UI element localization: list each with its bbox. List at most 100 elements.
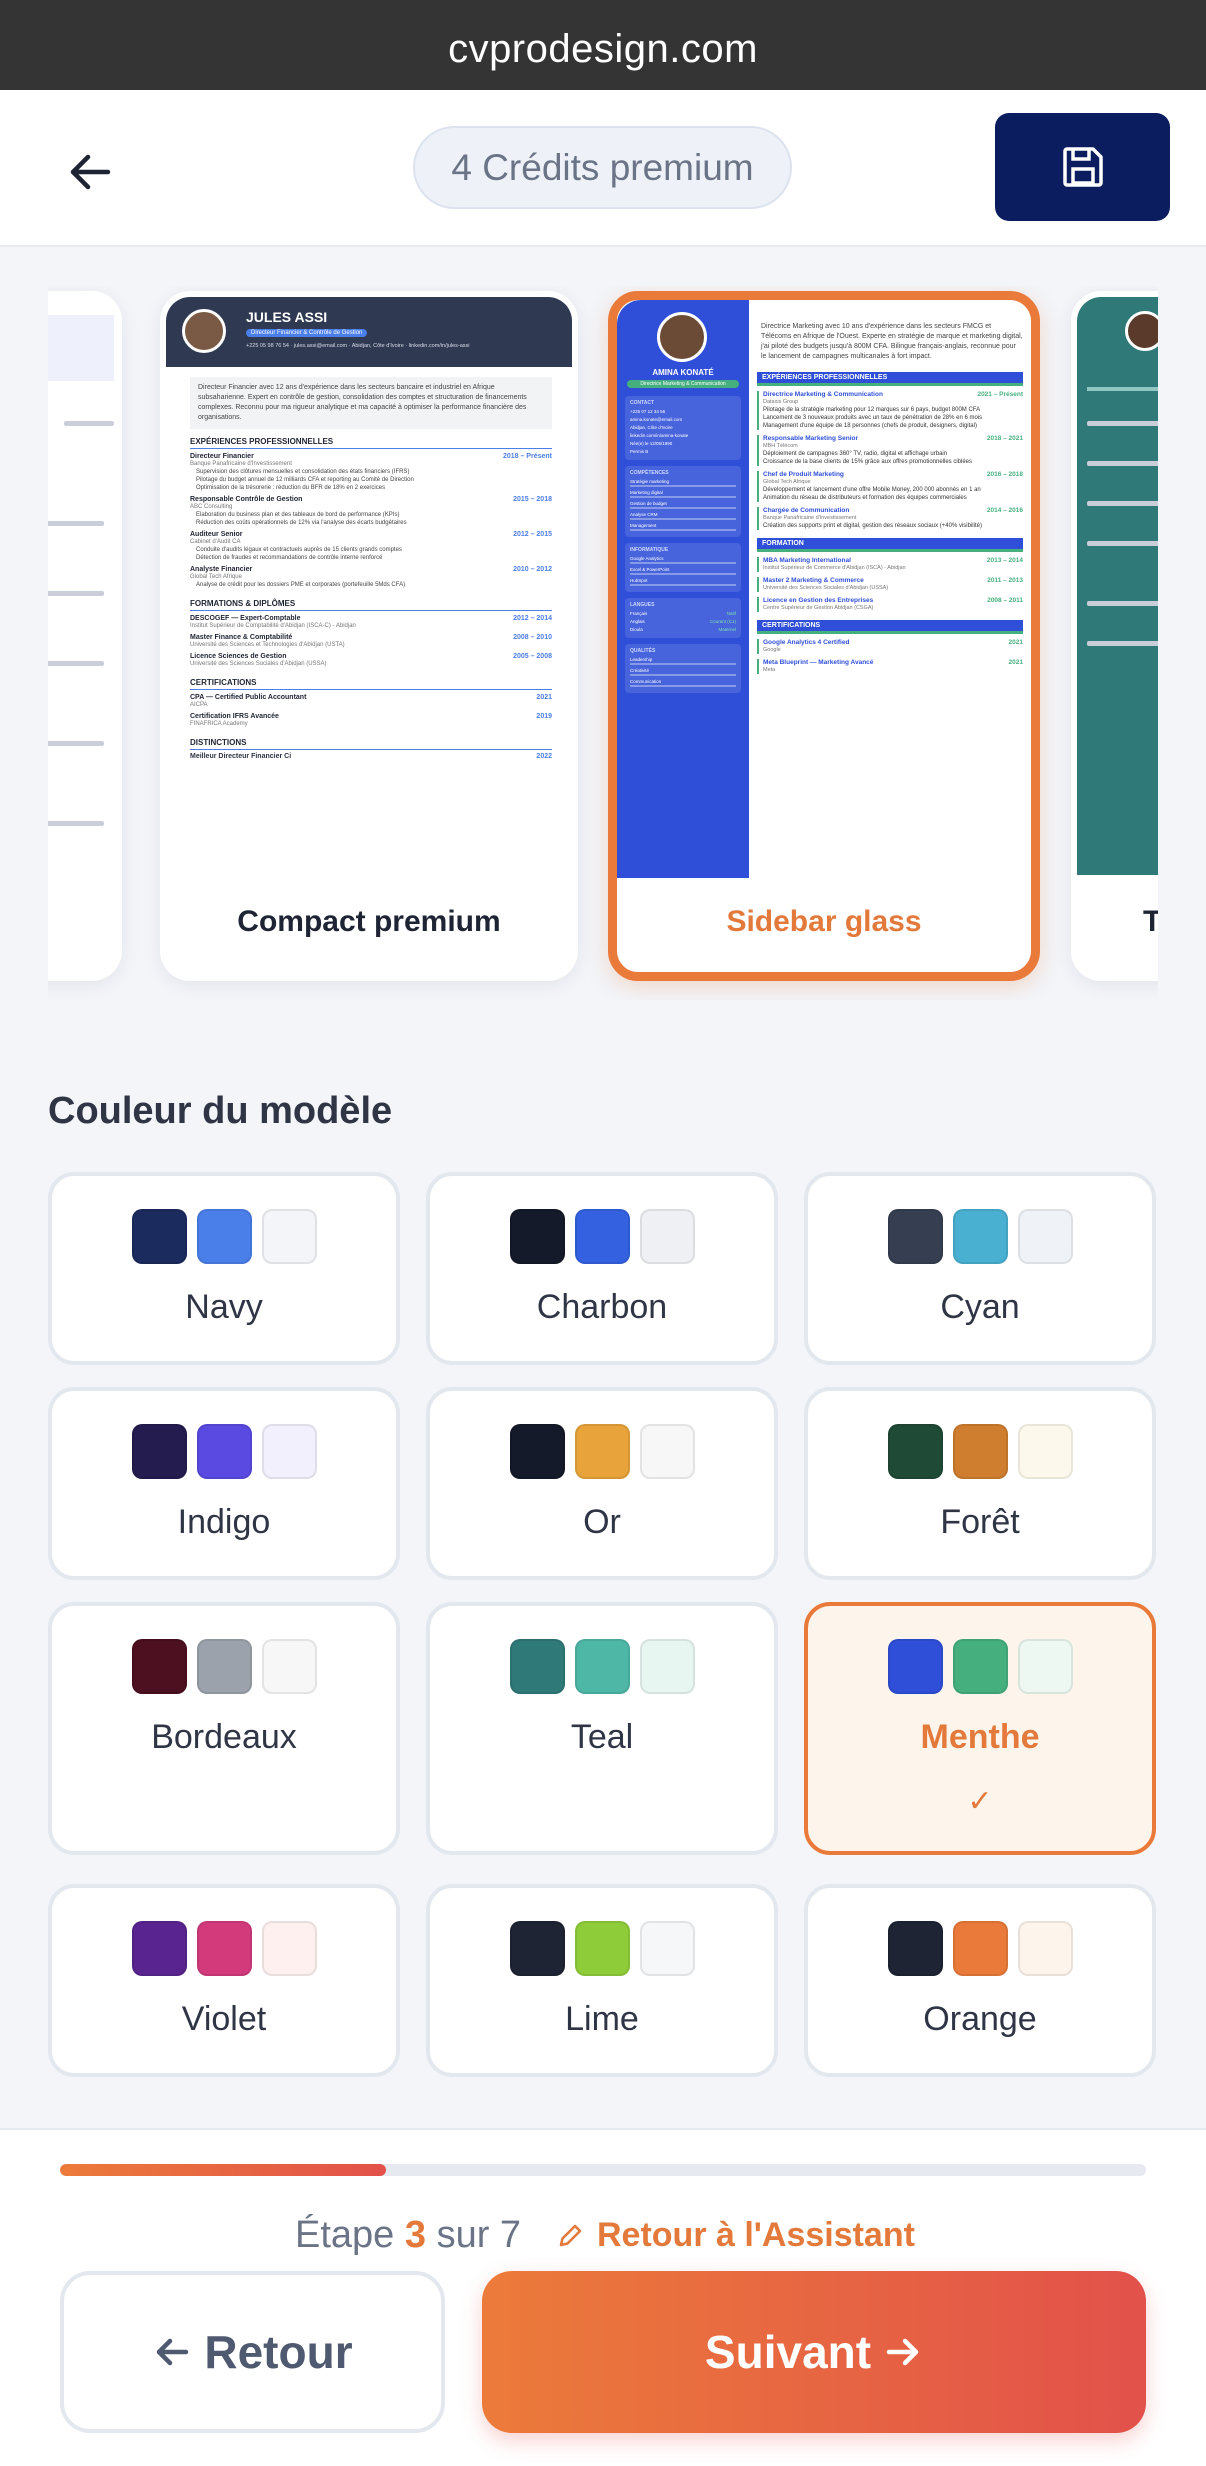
- resume-distinction-date: 2022: [536, 753, 552, 760]
- entry-title: DESCOGEF — Expert-Comptable: [190, 615, 301, 622]
- job-entry: Responsable Marketing Senior 2018 – 2021 M…: [757, 435, 1023, 466]
- palette-name: Cyan: [940, 1288, 1020, 1326]
- palette-name: Indigo: [177, 1503, 271, 1541]
- color-swatch: [952, 1639, 1008, 1694]
- save-button[interactable]: [995, 113, 1170, 221]
- palette-option-lime[interactable]: Lime: [426, 1884, 778, 2077]
- skill-bar: [630, 485, 736, 487]
- palette-name: Violet: [181, 2000, 267, 2038]
- quality-name: Créativité: [630, 668, 650, 673]
- palette-name: Orange: [923, 2000, 1037, 2038]
- language-level: Maternel: [718, 627, 736, 632]
- entry-org: Université des Sciences et Technologies …: [190, 642, 345, 648]
- job-bullet: Management d'une équipe de 18 personnes …: [763, 423, 977, 429]
- job-role: Directrice Marketing & Communication: [763, 391, 883, 398]
- contact-line: amina.konate@email.com: [630, 417, 683, 422]
- sidebar-panel: QUALITÉS Leadership Créativité Communicatio…: [625, 644, 741, 693]
- color-swatch: [639, 1639, 695, 1694]
- sidebar-panel: INFORMATIQUE Google Analytics Excel & Powe…: [625, 543, 741, 592]
- job-entry: Chargée de Communication 2014 – 2016 Banqu…: [757, 507, 1023, 530]
- job-date: 2018 – 2021: [986, 435, 1023, 442]
- job-role: Responsable Contrôle de Gestion: [190, 496, 303, 503]
- template-card-sidebar-glass[interactable]: AMINA KONATÉ Directrice Marketing & Comm…: [608, 291, 1040, 981]
- language-name: Français: [630, 611, 648, 616]
- color-swatch: [952, 1424, 1008, 1479]
- resume-certifications: Google Analytics 4 Certified 2021 Google Me…: [757, 639, 1023, 674]
- template-card-compact-premium[interactable]: JULES ASSI Directeur Financier & Contrôl…: [160, 291, 578, 981]
- entry-date: 2005 – 2008: [513, 653, 552, 660]
- job-role: Responsable Marketing Senior: [763, 435, 858, 442]
- app-header: 4 Crédits premium: [0, 90, 1206, 247]
- palette-option-charbon[interactable]: Charbon: [426, 1172, 778, 1365]
- template-name-partial: T: [1143, 905, 1158, 938]
- palette-option-forêt[interactable]: Forêt: [804, 1387, 1156, 1580]
- back-arrow-icon[interactable]: [60, 142, 120, 202]
- color-swatches: [430, 1921, 774, 1976]
- skill-bar: [630, 507, 736, 509]
- resume-section-experience: EXPÉRIENCES PROFESSIONNELLES: [190, 437, 552, 449]
- template-card-partial-right[interactable]: T: [1071, 291, 1158, 981]
- entry-org: FINAFRICA Academy: [190, 721, 248, 727]
- color-swatch: [261, 1424, 317, 1479]
- pencil-icon: [559, 2224, 582, 2246]
- job-date: 2010 – 2012: [513, 566, 552, 573]
- color-swatches: [430, 1209, 774, 1264]
- palette-option-or[interactable]: Or: [426, 1387, 778, 1580]
- color-swatches: [808, 1639, 1152, 1694]
- job-bullet: Réduction des coûts opérationnels de 12%…: [196, 520, 407, 526]
- resume-name: AMINA KONATÉ: [652, 368, 714, 377]
- palette-option-navy[interactable]: Navy: [48, 1172, 400, 1365]
- color-swatches: [808, 1209, 1152, 1264]
- color-swatch: [574, 1424, 630, 1479]
- resume-title-badge: Directeur Financier & Contrôle de Gestio…: [246, 329, 368, 337]
- assistant-link[interactable]: Retour à l'Assistant: [555, 2216, 915, 2255]
- palette-option-bordeaux[interactable]: Bordeaux: [48, 1602, 400, 1855]
- template-carousel[interactable]: JULES ASSI Directeur Financier & Contrôl…: [48, 286, 1158, 1000]
- palette-name: Or: [583, 1503, 621, 1541]
- entry: Google Analytics 4 Certified 2021 Google: [757, 639, 1023, 654]
- step-suffix: sur 7: [436, 2214, 522, 2256]
- job-role: Auditeur Senior: [190, 531, 243, 538]
- entry-title: Licence Sciences de Gestion: [190, 653, 287, 660]
- job-org: Global Tech Afrique: [190, 574, 242, 580]
- contact-line: +225 07 12 34 56: [630, 409, 666, 414]
- skill-name: Analyse CRM: [630, 512, 658, 517]
- progress-bar: [60, 2164, 1146, 2176]
- palette-option-menthe[interactable]: Menthe ✓: [804, 1602, 1156, 1855]
- entry: MBA Marketing International 2013 – 2014 In…: [757, 557, 1023, 572]
- entry-title: CPA — Certified Public Accountant: [190, 694, 307, 701]
- palette-option-indigo[interactable]: Indigo: [48, 1387, 400, 1580]
- template-name: Sidebar glass: [726, 905, 922, 938]
- language-name: Dioula: [630, 627, 643, 632]
- palette-option-teal[interactable]: Teal: [426, 1602, 778, 1855]
- color-swatch: [639, 1424, 695, 1479]
- entry-title: Google Analytics 4 Certified: [763, 639, 850, 646]
- palette-option-cyan[interactable]: Cyan: [804, 1172, 1156, 1365]
- palette-option-orange[interactable]: Orange: [804, 1884, 1156, 2077]
- resume-section-certifications: CERTIFICATIONS: [190, 678, 552, 690]
- software-bar: [630, 584, 736, 586]
- resume-section-certifications: CERTIFICATIONS: [757, 620, 1023, 634]
- software-bar: [630, 562, 736, 564]
- entry-date: 2011 – 2013: [987, 577, 1023, 584]
- template-card-partial-left[interactable]: [48, 291, 122, 981]
- job-bullet: Détection de fraudes et recommandations …: [196, 555, 383, 561]
- contact-line: Abidjan, Côte d'Ivoire: [630, 425, 673, 430]
- color-swatch: [509, 1424, 565, 1479]
- job-bullet: Pilotage de la stratégie marketing pour …: [763, 407, 981, 413]
- back-button[interactable]: Retour: [60, 2271, 445, 2433]
- color-swatch: [131, 1921, 187, 1976]
- entry-org: Centre Supérieur de Gestion Abidjan (CSG…: [763, 605, 874, 611]
- palette-option-violet[interactable]: Violet: [48, 1884, 400, 2077]
- quality-bar: [630, 685, 736, 687]
- entry-org: Institut Supérieur de Comptabilité d'Abi…: [190, 623, 356, 629]
- color-swatch: [1017, 1424, 1073, 1479]
- next-button[interactable]: Suivant: [482, 2271, 1146, 2433]
- browser-url-bar[interactable]: cvprodesign.com: [0, 0, 1206, 90]
- sidebar-panel-title: COMPÉTENCES: [630, 470, 669, 476]
- sidebar-panel-title: QUALITÉS: [630, 648, 656, 654]
- palette-name: Navy: [185, 1288, 263, 1326]
- color-swatches: [808, 1424, 1152, 1479]
- job-bullet: Supervision des clôtures mensuelles et c…: [196, 469, 410, 475]
- resume-sidebar-column: CONTACT +225 07 12 34 56 amina.konate@emai…: [625, 396, 741, 878]
